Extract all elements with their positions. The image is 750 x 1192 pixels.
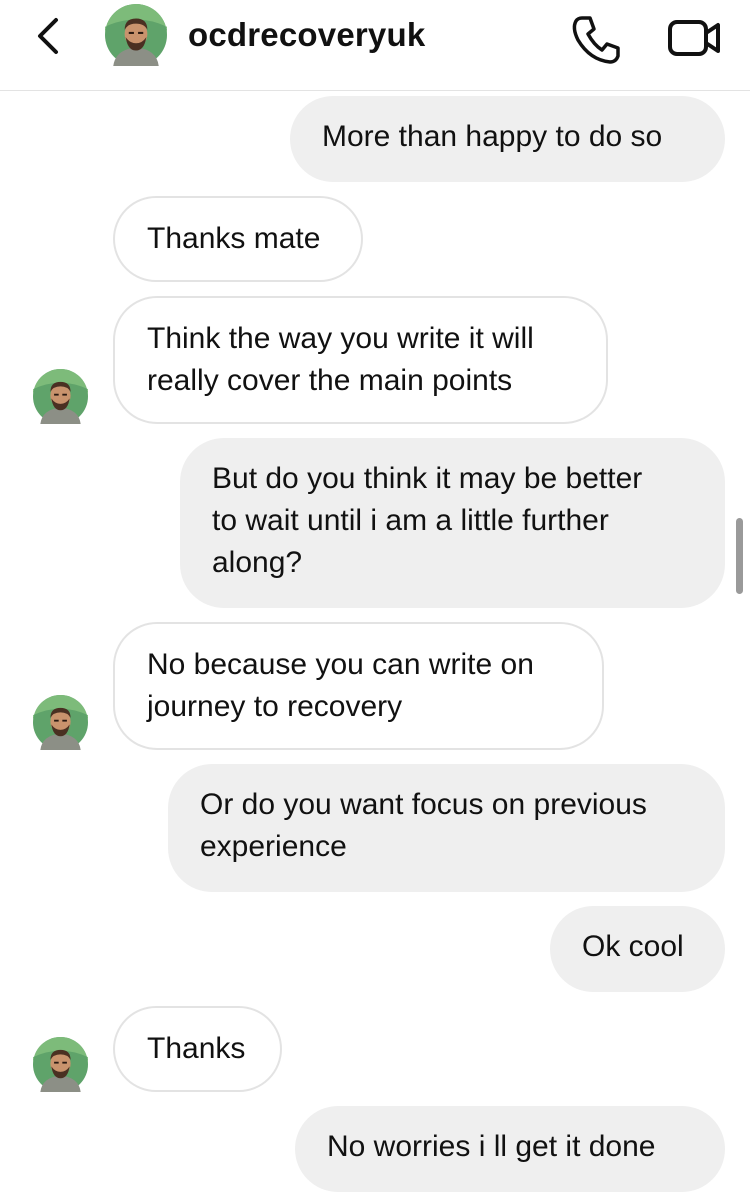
outgoing-message[interactable]: But do you think it may be better to wai… [180, 438, 725, 608]
incoming-message[interactable]: Think the way you write it will really c… [113, 296, 608, 424]
sender-avatar[interactable] [33, 369, 88, 424]
incoming-message[interactable]: Thanks [113, 1006, 282, 1092]
chevron-left-icon [38, 18, 58, 54]
message-text: Ok cool [582, 930, 684, 963]
sender-avatar[interactable] [33, 1037, 88, 1092]
message-text: More than happy to do so [322, 120, 663, 153]
outgoing-message[interactable]: No worries i ll get it done [295, 1106, 725, 1192]
back-button[interactable] [30, 12, 66, 60]
message-text-line: No because you can write on [147, 648, 534, 681]
phone-icon [572, 16, 620, 64]
call-button[interactable] [568, 10, 624, 66]
message-text-line: really cover the main points [147, 364, 513, 397]
sender-avatar[interactable] [33, 695, 88, 750]
message-text: Thanks mate [147, 222, 321, 255]
video-camera-icon [668, 20, 720, 56]
message-text: No worries i ll get it done [327, 1130, 656, 1163]
message-text-line: Think the way you write it will [147, 322, 534, 355]
scrollbar[interactable] [736, 518, 743, 594]
message-text-line: along? [212, 546, 303, 579]
message-text-line: journey to recovery [147, 690, 403, 723]
chat-header: ocdrecoveryuk [0, 0, 750, 91]
outgoing-message[interactable]: Or do you want focus on previous experie… [168, 764, 725, 892]
message-text-line: to wait until i am a little further [212, 504, 609, 537]
message-text-line: experience [200, 830, 347, 863]
message-text-line: But do you think it may be better [212, 462, 643, 495]
profile-avatar[interactable] [105, 4, 167, 66]
message-text: Thanks [147, 1032, 246, 1065]
message-text-line: Or do you want focus on previous [200, 788, 647, 821]
incoming-message[interactable]: Thanks mate [113, 196, 363, 282]
video-call-button[interactable] [664, 10, 724, 66]
username[interactable]: ocdrecoveryuk [188, 16, 425, 54]
outgoing-message[interactable]: More than happy to do so [290, 96, 725, 182]
incoming-message[interactable]: No because you can write on journey to r… [113, 622, 604, 750]
outgoing-message[interactable]: Ok cool [550, 906, 725, 992]
